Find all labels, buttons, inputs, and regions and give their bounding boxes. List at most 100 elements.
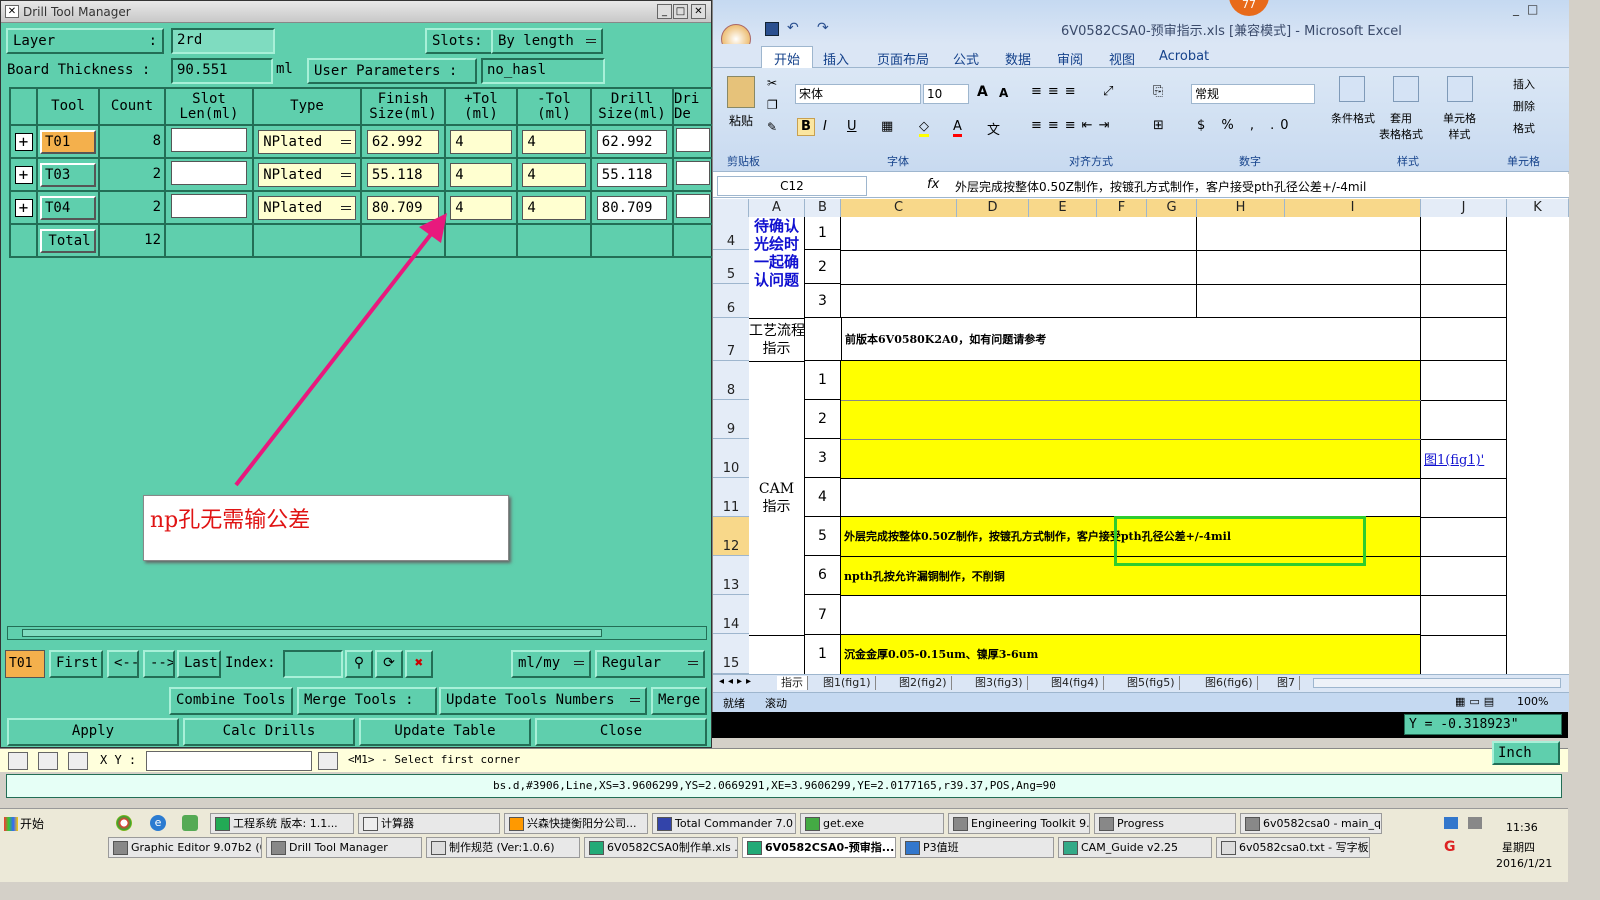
update-tools-numbers-dropdown[interactable]: Update Tools Numbers bbox=[439, 687, 647, 715]
tray-icon[interactable] bbox=[1444, 817, 1458, 829]
sheet-tab[interactable]: 图2(fig2) bbox=[895, 676, 952, 690]
shrink-font-icon[interactable]: A bbox=[999, 86, 1008, 100]
horizontal-scrollbar[interactable] bbox=[7, 626, 707, 640]
cell-b[interactable]: 6 bbox=[805, 556, 841, 595]
wrap-text-icon[interactable]: ⎘ bbox=[1153, 84, 1163, 99]
cell-h4-i6[interactable] bbox=[1197, 217, 1421, 318]
index-input[interactable] bbox=[283, 650, 343, 678]
fill-color-icon[interactable]: ◇ bbox=[919, 119, 929, 137]
row-header[interactable]: 14 bbox=[713, 595, 749, 634]
undo-icon[interactable]: ↶ bbox=[787, 20, 799, 36]
taskbar-item-active[interactable]: 6V0582CSA0-预审指... bbox=[742, 837, 896, 858]
taskbar-item[interactable]: CAM_Guide v2.25 bbox=[1058, 837, 1212, 858]
tab-page-layout[interactable]: 页面布局 bbox=[877, 49, 929, 68]
number-format-icons[interactable]: $ % , .0 bbox=[1197, 118, 1295, 133]
next-button[interactable]: --> bbox=[143, 650, 175, 678]
conditional-format-icon[interactable] bbox=[1339, 76, 1365, 102]
delete-icon[interactable]: ✖ bbox=[405, 650, 433, 678]
italic-icon[interactable]: I bbox=[823, 119, 827, 134]
merge-center-icon[interactable]: ⊞ bbox=[1153, 118, 1164, 133]
refresh-icon[interactable]: ⟳ bbox=[375, 650, 403, 678]
column-header[interactable]: D bbox=[957, 199, 1029, 217]
cell-b[interactable]: 3 bbox=[805, 284, 841, 318]
close-button[interactable]: Close bbox=[535, 718, 707, 746]
xy-input[interactable] bbox=[146, 751, 312, 771]
row-header[interactable]: 7 bbox=[713, 318, 749, 361]
insert-cells-button[interactable]: 插入 bbox=[1513, 76, 1535, 92]
cell-style-icon[interactable] bbox=[1447, 76, 1473, 102]
row-header[interactable]: 6 bbox=[713, 284, 749, 318]
grid-icon[interactable] bbox=[68, 752, 88, 770]
taskbar-item[interactable]: Graphic Editor 9.07b2 (0... bbox=[108, 837, 262, 858]
window-controls[interactable]: _□ bbox=[1513, 2, 1546, 16]
taskbar-item[interactable]: 兴森快捷衡阳分公司... bbox=[504, 813, 648, 834]
copy-icon[interactable]: ❐ bbox=[767, 98, 778, 112]
row-header[interactable]: 5 bbox=[713, 250, 749, 284]
merge-button[interactable]: Merge bbox=[651, 687, 707, 715]
sheet-tab[interactable]: 图7 bbox=[1273, 676, 1300, 690]
column-j[interactable] bbox=[1421, 217, 1507, 674]
cell-b[interactable]: 2 bbox=[805, 250, 841, 284]
cell-b[interactable]: 1 bbox=[805, 635, 841, 674]
tray-icon[interactable]: G bbox=[1444, 839, 1456, 855]
tab-acrobat[interactable]: Acrobat bbox=[1159, 49, 1209, 64]
phonetic-icon[interactable]: 文 bbox=[987, 119, 1000, 138]
table-format-icon[interactable] bbox=[1393, 76, 1419, 102]
row-header[interactable]: 11 bbox=[713, 478, 749, 517]
prev-button[interactable]: <-- bbox=[107, 650, 139, 678]
select-all-corner[interactable] bbox=[713, 199, 749, 217]
taskbar-item[interactable]: 6V0582CSA0制作单.xls ... bbox=[584, 837, 738, 858]
cell-b[interactable]: 7 bbox=[805, 595, 841, 635]
column-header[interactable]: A bbox=[749, 199, 805, 217]
cell-c8-c10[interactable] bbox=[841, 361, 1421, 478]
cut-icon[interactable]: ✂ bbox=[767, 76, 777, 90]
number-format-dropdown[interactable]: 常规 bbox=[1191, 84, 1315, 104]
cell-style-button[interactable]: 单元格 样式 bbox=[1443, 110, 1476, 142]
tab-formulas[interactable]: 公式 bbox=[953, 49, 979, 68]
cell-b[interactable]: 1 bbox=[805, 361, 841, 400]
table-format-button[interactable]: 套用 表格格式 bbox=[1379, 110, 1423, 142]
cell-c11[interactable] bbox=[841, 478, 1421, 517]
grow-font-icon[interactable]: A bbox=[977, 84, 988, 100]
cell-c15[interactable]: 沉金金厚0.05-0.15um、镍厚3-6um bbox=[841, 635, 1421, 674]
row-header[interactable]: 13 bbox=[713, 556, 749, 595]
tab-view[interactable]: 视图 bbox=[1109, 49, 1135, 68]
sheet-tab[interactable]: 图3(fig3) bbox=[971, 676, 1028, 690]
input-icon[interactable] bbox=[318, 752, 338, 770]
fx-icon[interactable]: fx bbox=[927, 177, 939, 192]
search-icon[interactable]: ⚲ bbox=[345, 650, 373, 678]
first-button[interactable]: First bbox=[49, 650, 103, 678]
vertical-align-icons[interactable]: ≡≡≡ bbox=[1031, 84, 1082, 99]
cell-b7[interactable] bbox=[805, 318, 841, 361]
orientation-icon[interactable]: ⤢ bbox=[1103, 84, 1113, 99]
taskbar-item[interactable]: 制作规范 (Ver:1.0.6) bbox=[426, 837, 580, 858]
cell-a4[interactable]: 待确认 光绘时 一起确 认问题 bbox=[749, 217, 805, 318]
row-header[interactable]: 4 bbox=[713, 217, 749, 250]
sheet-grid[interactable]: 待确认 光绘时 一起确 认问题 工艺流程 指示 CAM 指示 1 2 3 1 2… bbox=[749, 217, 1569, 674]
sheet-tab[interactable]: 图5(fig5) bbox=[1123, 676, 1180, 690]
units-dropdown[interactable]: ml/my bbox=[511, 650, 591, 678]
column-header[interactable]: F bbox=[1097, 199, 1147, 217]
column-header[interactable]: I bbox=[1285, 199, 1421, 217]
taskbar-item[interactable]: Progress bbox=[1094, 813, 1236, 834]
apply-button[interactable]: Apply bbox=[7, 718, 179, 746]
scrollbar-thumb[interactable] bbox=[22, 629, 602, 637]
save-icon[interactable] bbox=[765, 22, 779, 36]
cell-j10-link[interactable]: 图1(fig1)' bbox=[1424, 449, 1484, 468]
taskbar-item[interactable]: get.exe bbox=[800, 813, 944, 834]
horizontal-align-icons[interactable]: ≡≡≡⇤⇥ bbox=[1031, 118, 1115, 133]
chrome-icon[interactable] bbox=[116, 815, 132, 831]
sheet-nav-icons[interactable]: ◂◂▸▸ bbox=[719, 676, 755, 687]
cell-b[interactable]: 3 bbox=[805, 439, 841, 478]
tray-icon[interactable] bbox=[1468, 817, 1482, 829]
taskbar-item[interactable]: 计算器 bbox=[358, 813, 500, 834]
format-painter-icon[interactable]: ✎ bbox=[767, 120, 777, 134]
start-button[interactable]: 开始 bbox=[2, 813, 54, 835]
sheet-tab[interactable]: 指示 bbox=[777, 676, 808, 690]
cell-b[interactable]: 4 bbox=[805, 478, 841, 517]
tab-review[interactable]: 审阅 bbox=[1057, 49, 1083, 68]
font-size-dropdown[interactable]: 10 bbox=[923, 84, 969, 104]
mode-dropdown[interactable]: Regular bbox=[595, 650, 705, 678]
row-header[interactable]: 15 bbox=[713, 634, 749, 674]
taskbar-item[interactable]: Drill Tool Manager bbox=[266, 837, 422, 858]
